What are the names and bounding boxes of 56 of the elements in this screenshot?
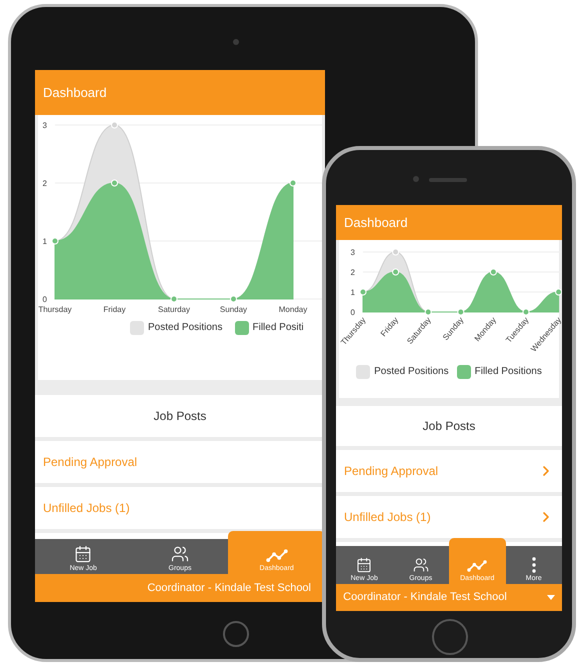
legend-label: Posted Positions [148, 321, 222, 335]
home-button[interactable] [223, 621, 249, 647]
y-axis-label: 3 [350, 248, 355, 257]
line-chart-icon [467, 559, 488, 573]
section-title: Job Posts [422, 418, 476, 435]
data-point [490, 268, 497, 276]
legend-label: Filled Positions [474, 365, 542, 379]
y-axis-label: 0 [42, 295, 47, 304]
y-axis-label: 1 [350, 288, 355, 297]
y-axis-label: 0 [350, 308, 355, 317]
calendar-icon [74, 545, 92, 563]
legend-label: Posted Positions [374, 365, 449, 379]
data-point [392, 248, 400, 256]
data-point [111, 122, 118, 128]
y-axis-label: 1 [42, 237, 47, 246]
list-row[interactable]: Pending Approval [336, 450, 562, 492]
data-point [170, 296, 178, 302]
x-axis-label: Thursday [38, 305, 72, 314]
header-title: Dashboard [43, 84, 107, 102]
x-axis-label: Monday [278, 305, 308, 314]
data-point [52, 238, 58, 244]
footer-text: Coordinator - Kindale Test School [343, 590, 507, 606]
data-point [230, 296, 237, 302]
data-point [424, 308, 432, 316]
list-row[interactable]: Unfilled Jobs (1) [35, 487, 325, 529]
people-icon [171, 545, 189, 563]
data-point [360, 288, 366, 296]
footer-text: Coordinator - Kindale Test School [147, 580, 311, 596]
camera-lens [413, 176, 419, 182]
data-point [457, 308, 464, 316]
data-point [392, 268, 400, 276]
data-point [290, 180, 296, 186]
data-point [522, 308, 530, 316]
y-axis-label: 2 [350, 268, 355, 277]
camera-lens [233, 39, 239, 45]
list-row[interactable]: Unfilled Jobs (1) [336, 496, 562, 538]
x-axis-label: Sunday [220, 305, 248, 314]
people-icon [412, 557, 429, 573]
calendar-icon [356, 557, 372, 573]
row-label: Pending Approval [43, 454, 138, 471]
x-axis-label: Friday [103, 305, 126, 314]
caret-icon[interactable] [546, 595, 555, 600]
row-label: Unfilled Jobs (1) [43, 500, 130, 517]
legend-label: Filled Positi [252, 321, 304, 335]
section-title: Job Posts [154, 408, 206, 425]
y-axis-label: 2 [42, 179, 47, 188]
x-axis-label: Saturday [158, 305, 190, 314]
more-icon [532, 557, 536, 573]
row-label: Pending Approval [344, 463, 438, 480]
y-axis-label: 3 [42, 121, 47, 130]
list-row[interactable]: Pending Approval [35, 441, 325, 483]
line-chart-icon [266, 548, 288, 563]
header-title: Dashboard [344, 214, 408, 232]
row-label: Unfilled Jobs (1) [344, 509, 431, 526]
home-button[interactable] [432, 619, 468, 655]
data-point [111, 180, 118, 186]
